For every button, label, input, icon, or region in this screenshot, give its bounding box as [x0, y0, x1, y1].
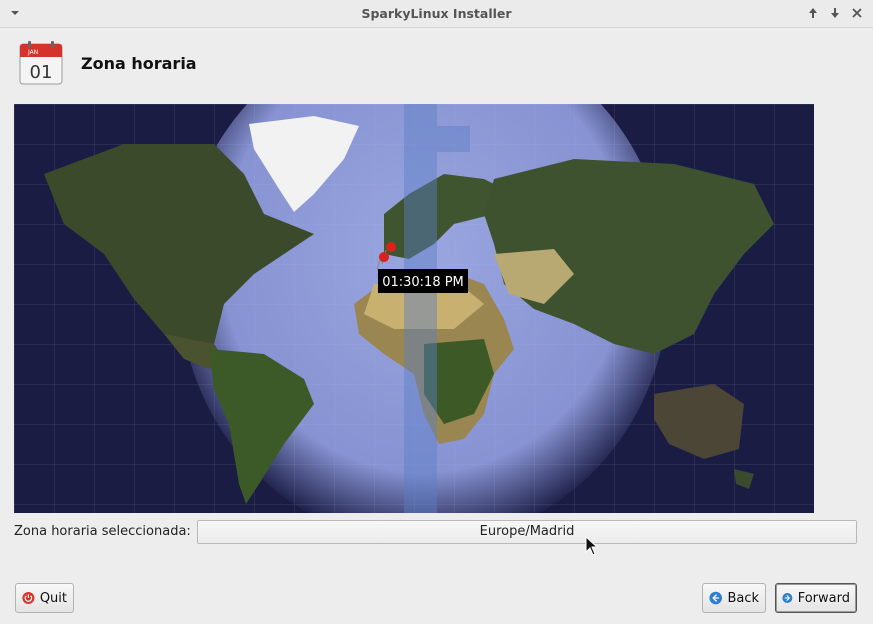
title-bar: SparkyLinux Installer — [0, 0, 873, 28]
forward-button-label: Forward — [797, 590, 850, 606]
window-title: SparkyLinux Installer — [361, 6, 512, 21]
maximize-arrow-up-icon[interactable] — [804, 4, 822, 22]
timezone-world-map[interactable]: 01:30:18 PM — [14, 104, 814, 513]
quit-button[interactable]: Quit — [15, 583, 74, 613]
time-tooltip-text: 01:30:18 PM — [382, 275, 464, 290]
minimize-arrow-down-icon[interactable] — [826, 4, 844, 22]
page-title: Zona horaria — [81, 54, 197, 73]
quit-button-label: Quit — [39, 590, 67, 606]
world-map-image[interactable]: 01:30:18 PM — [14, 104, 814, 513]
timezone-label: Zona horaria seleccionada: — [14, 524, 191, 539]
power-icon — [22, 591, 35, 605]
close-icon[interactable] — [848, 4, 866, 22]
calendar-icon: JAN 01 — [19, 41, 63, 85]
calendar-day: 01 — [30, 62, 53, 83]
forward-button[interactable]: Forward — [775, 583, 857, 613]
back-button-label: Back — [727, 590, 759, 606]
calendar-month: JAN — [27, 49, 38, 56]
arrow-left-circle-icon — [709, 591, 723, 605]
selected-timezone-band — [404, 104, 437, 513]
mouse-cursor-icon — [585, 536, 599, 556]
back-button[interactable]: Back — [702, 583, 766, 613]
arrow-right-circle-icon — [782, 592, 793, 604]
timezone-selector[interactable]: Europe/Madrid — [197, 520, 857, 544]
selected-timezone-band-extension — [437, 126, 470, 152]
